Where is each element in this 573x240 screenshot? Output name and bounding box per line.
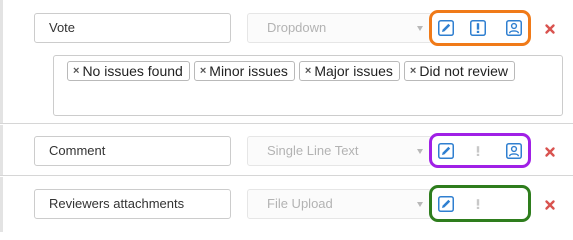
row-indicator [0,177,3,232]
field-row-reviewers-attachments: Reviewers attachments File Upload [0,177,573,232]
field-row-vote: Vote Dropdown × No issues found × Minor … [0,0,573,124]
exclamation-icon[interactable] [470,143,486,159]
field-actions-group [429,185,531,222]
field-actions-group [429,133,531,168]
field-type-value: Dropdown [267,20,327,35]
field-name-input[interactable]: Vote [34,13,231,43]
row-indicator [0,0,3,123]
row-indicator [0,125,3,175]
option-tag-label: No issues found [82,63,183,79]
field-type-value: Single Line Text [267,143,359,158]
field-type-select[interactable]: File Upload [247,189,432,219]
option-tag: × No issues found [67,61,190,81]
field-name-input[interactable]: Comment [34,136,231,166]
user-icon[interactable] [506,20,522,36]
option-tag-label: Minor issues [209,63,288,79]
pencil-icon[interactable] [438,20,454,36]
close-icon[interactable] [544,198,556,210]
option-tag: × Did not review [403,61,516,81]
chevron-down-icon [417,202,423,207]
pencil-icon[interactable] [438,195,454,212]
option-tag: × Major issues [298,61,400,81]
option-tag: × Minor issues [193,61,295,81]
pencil-icon[interactable] [438,142,454,159]
remove-option-icon[interactable]: × [200,65,206,77]
dropdown-options-editor[interactable]: × No issues found × Minor issues × Major… [53,55,563,116]
remove-option-icon[interactable]: × [410,65,416,77]
chevron-down-icon [417,26,423,31]
chevron-down-icon [417,149,423,154]
remove-option-icon[interactable]: × [73,65,79,77]
option-tag-label: Major issues [314,63,393,79]
field-actions-group [429,10,531,46]
field-type-select[interactable]: Dropdown [247,13,432,43]
field-name-input[interactable]: Reviewers attachments [34,189,231,219]
exclamation-icon[interactable] [470,20,486,36]
close-icon[interactable] [544,145,556,157]
field-type-value: File Upload [267,196,333,211]
form-field-list: Vote Dropdown × No issues found × Minor … [0,0,573,232]
remove-option-icon[interactable]: × [305,65,311,77]
option-tag-label: Did not review [419,63,509,79]
field-row-comment: Comment Single Line Text [0,125,573,176]
option-tag-list: × No issues found × Minor issues × Major… [67,61,516,81]
close-icon[interactable] [544,22,556,34]
exclamation-icon[interactable] [470,196,486,212]
user-icon[interactable] [506,142,522,159]
field-type-select[interactable]: Single Line Text [247,136,432,166]
